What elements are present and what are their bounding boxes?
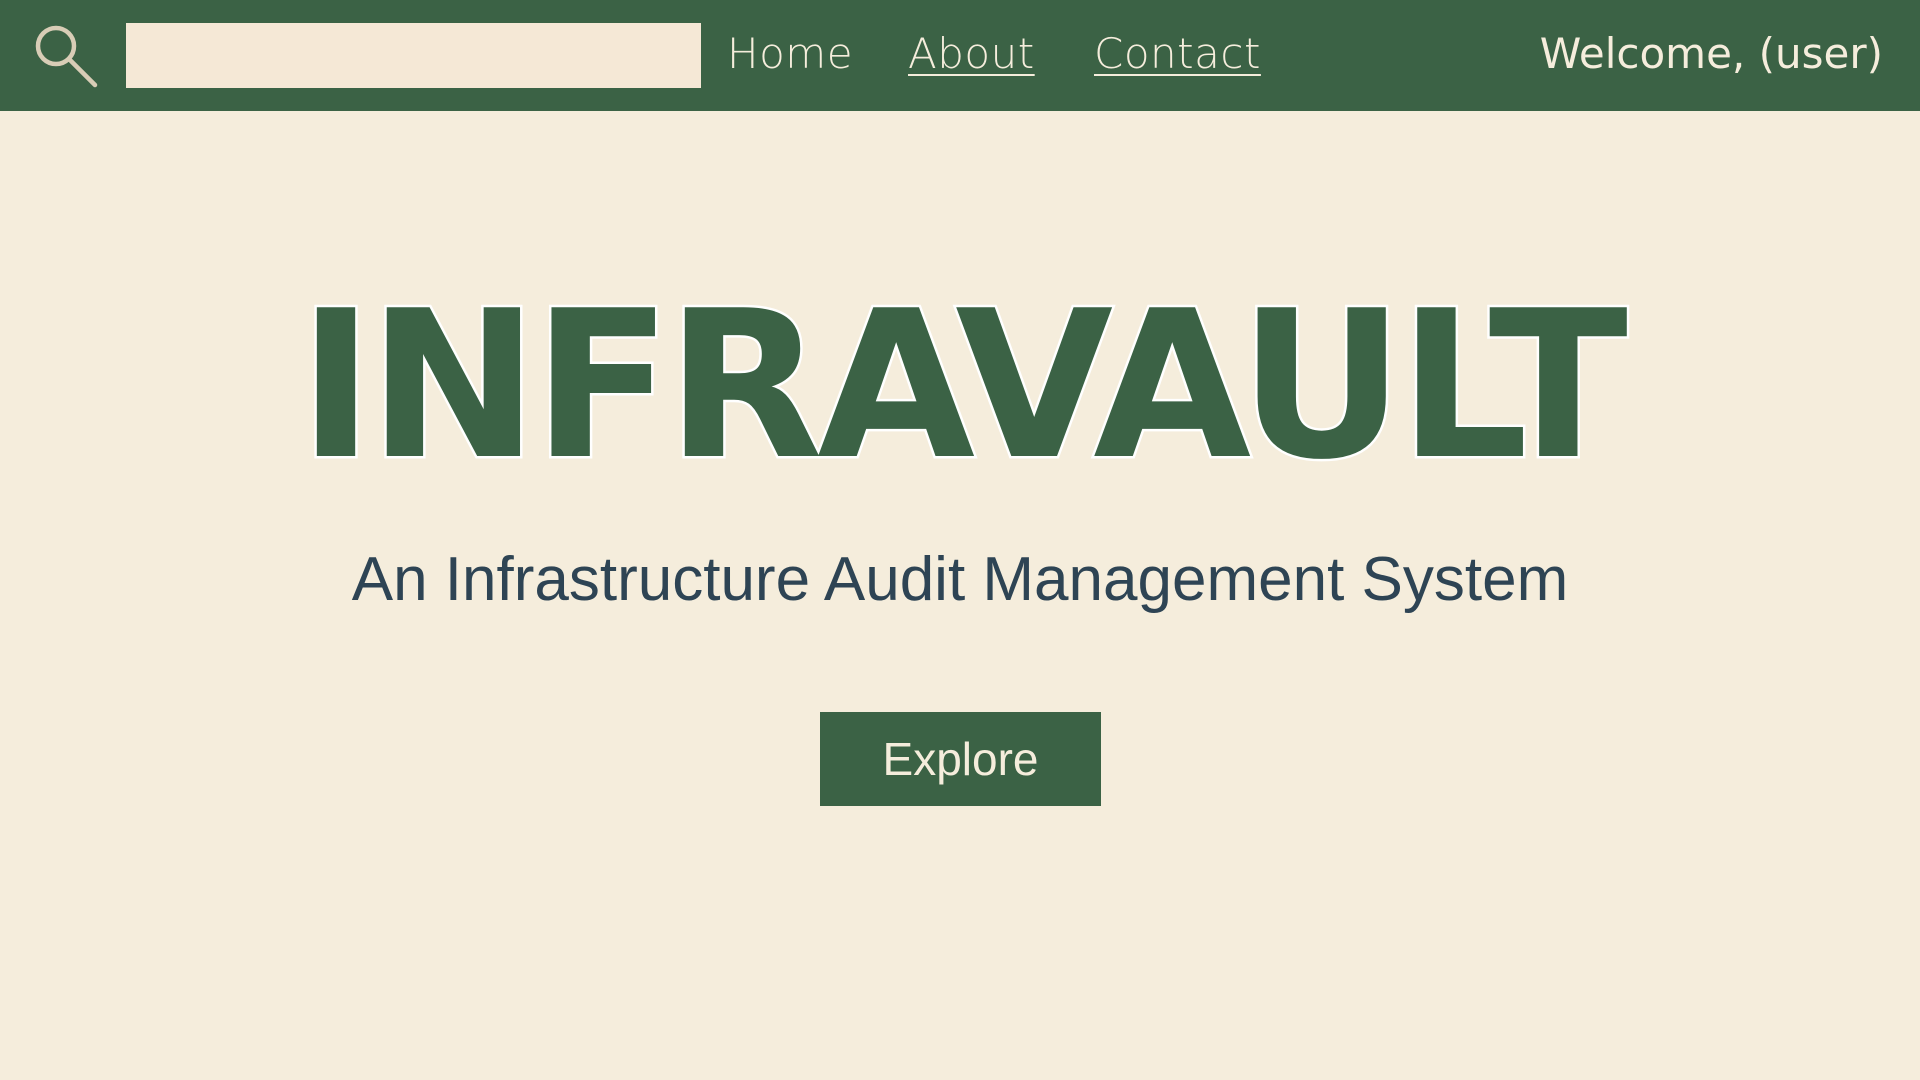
welcome-user-text: Welcome, (user) <box>1539 29 1883 78</box>
nav-link-about[interactable]: About <box>908 24 1035 84</box>
hero-title: INFRAVAULT <box>296 268 1631 505</box>
search-input[interactable] <box>126 23 701 88</box>
nav-link-home[interactable]: Home <box>727 24 853 84</box>
hero-subtitle: An Infrastructure Audit Management Syste… <box>351 545 1569 614</box>
explore-button[interactable]: Explore <box>820 712 1101 806</box>
search-icon[interactable] <box>32 22 100 90</box>
nav-link-contact[interactable]: Contact <box>1094 24 1261 84</box>
top-navbar: Home About Contact Welcome, (user) <box>0 0 1920 111</box>
